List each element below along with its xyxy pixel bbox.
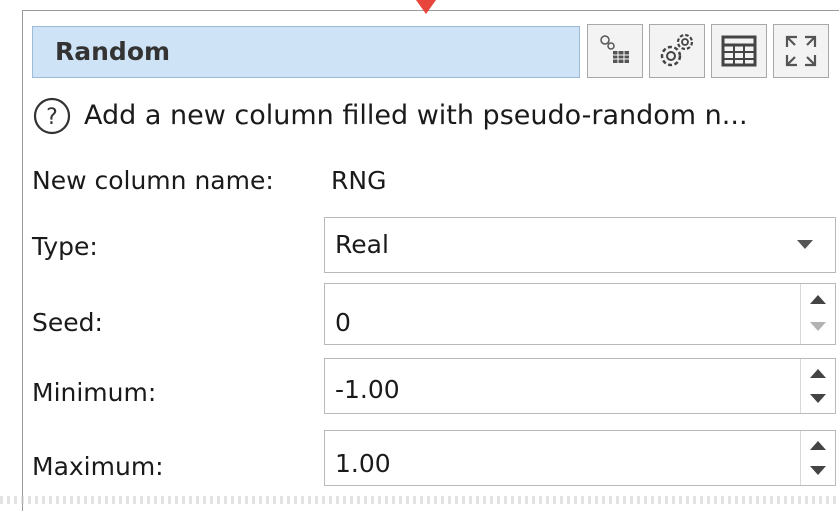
panel-title-bar[interactable]: Random	[32, 26, 580, 78]
torn-edge-bottom	[0, 496, 839, 504]
seed-field[interactable]: 0	[324, 283, 836, 345]
seed-label: Seed:	[32, 308, 103, 337]
maximum-spinner[interactable]	[800, 431, 835, 485]
table-button[interactable]	[711, 24, 767, 78]
new-column-name-value: RNG	[331, 166, 387, 195]
spinner-up-icon[interactable]	[801, 359, 835, 386]
minimum-value: -1.00	[335, 375, 400, 404]
description-text: Add a new column filled with pseudo-rand…	[84, 100, 748, 131]
help-icon[interactable]: ?	[32, 96, 72, 136]
minimum-spinner[interactable]	[800, 359, 835, 413]
pointer-arrow-icon	[416, 0, 436, 14]
gears-icon	[660, 33, 694, 67]
minimum-label: Minimum:	[32, 378, 157, 407]
gears-button[interactable]	[649, 24, 705, 78]
new-column-name-field[interactable]: RNG	[324, 153, 836, 207]
type-value: Real	[335, 230, 389, 259]
chevron-down-icon	[797, 240, 813, 249]
maximize-button[interactable]	[773, 24, 829, 78]
minimum-field[interactable]: -1.00	[324, 358, 836, 414]
panel-title: Random	[55, 37, 171, 66]
spinner-up-icon[interactable]	[801, 431, 835, 458]
svg-text:?: ?	[46, 105, 58, 130]
spinner-down-icon[interactable]	[801, 458, 835, 485]
seed-spinner[interactable]	[800, 284, 835, 344]
spinner-down-icon[interactable]	[801, 314, 835, 344]
node-settings-icon	[600, 35, 629, 63]
type-dropdown[interactable]: Real	[324, 217, 836, 273]
seed-value: 0	[335, 308, 351, 337]
type-label: Type:	[32, 232, 98, 261]
maximize-icon	[785, 35, 817, 67]
maximum-value: 1.00	[335, 449, 391, 478]
new-column-name-label: New column name:	[32, 166, 274, 195]
table-icon	[721, 35, 757, 67]
spinner-down-icon[interactable]	[801, 386, 835, 413]
maximum-label: Maximum:	[32, 452, 164, 481]
node-settings-button[interactable]	[587, 24, 643, 78]
description-row: ? Add a new column filled with pseudo-ra…	[32, 94, 832, 144]
maximum-field[interactable]: 1.00	[324, 430, 836, 486]
spinner-up-icon[interactable]	[801, 284, 835, 314]
